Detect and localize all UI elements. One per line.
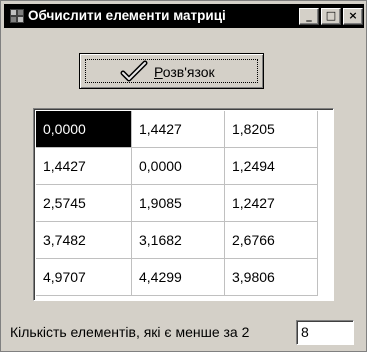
title-bar[interactable]: Обчислити елементи матриці _ □ × [4, 4, 364, 28]
close-button[interactable]: × [343, 8, 363, 25]
app-icon [10, 9, 24, 23]
count-field[interactable]: 8 [296, 320, 354, 345]
matrix-cell[interactable]: 1,8205 [225, 111, 318, 148]
matrix-cell[interactable]: 3,7482 [36, 222, 132, 259]
matrix-cell[interactable]: 3,1682 [132, 222, 225, 259]
matrix-cell[interactable]: 1,2494 [225, 148, 318, 185]
minimize-icon: _ [306, 9, 312, 22]
matrix-cell[interactable]: 1,9085 [132, 185, 225, 222]
maximize-button[interactable]: □ [321, 8, 341, 25]
minimize-button[interactable]: _ [299, 8, 319, 25]
matrix-cell[interactable]: 1,4427 [132, 111, 225, 148]
matrix-cell[interactable]: 0,0000 [36, 111, 132, 148]
matrix-cell[interactable]: 3,9806 [225, 259, 318, 296]
checkmark-icon [120, 60, 148, 82]
matrix-cell[interactable]: 2,5745 [36, 185, 132, 222]
matrix-cell[interactable]: 1,2427 [225, 185, 318, 222]
main-window: Обчислити елементи матриці _ □ × Розв'яз… [0, 0, 367, 352]
matrix-cell[interactable]: 4,4299 [132, 259, 225, 296]
maximize-icon: □ [325, 9, 337, 22]
matrix-cell[interactable]: 2,6766 [225, 222, 318, 259]
count-label: Кількість елементів, які є менше за 2 [10, 324, 250, 340]
solve-button-label: Розв'язок [154, 64, 215, 80]
matrix-cell[interactable]: 4,9707 [36, 259, 132, 296]
solve-button[interactable]: Розв'язок [79, 53, 264, 89]
matrix-cell[interactable]: 1,4427 [36, 148, 132, 185]
matrix-grid[interactable]: 0,0000 1,4427 1,8205 1,4427 0,0000 1,2494 2,57… [33, 108, 334, 301]
close-icon: × [348, 9, 358, 22]
matrix-cell[interactable]: 0,0000 [132, 148, 225, 185]
window-title: Обчислити елементи матриці [28, 8, 226, 23]
